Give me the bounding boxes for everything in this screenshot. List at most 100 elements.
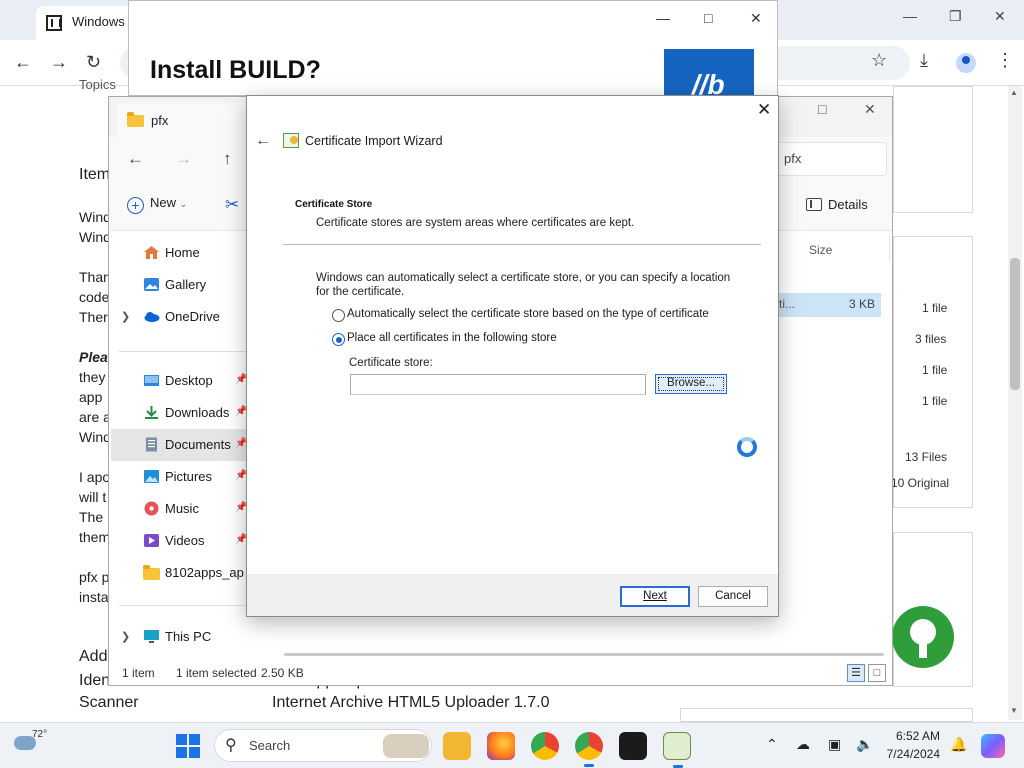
sidebar-item-desktop[interactable]: Desktop 📌 — [111, 365, 249, 397]
install-maximize-icon[interactable]: □ — [704, 10, 712, 26]
volume-icon[interactable]: 🔈 — [856, 736, 873, 753]
start-button[interactable] — [176, 734, 200, 758]
file-original[interactable]: 10 Original — [891, 476, 949, 490]
clock-date[interactable]: 7/24/2024 — [882, 747, 940, 761]
chevron-down-icon: ⌄ — [179, 199, 188, 209]
new-button-label: New — [150, 195, 177, 210]
network-icon[interactable]: ☁ — [796, 736, 810, 753]
file-total[interactable]: 13 Files — [905, 450, 947, 464]
explorer-horizontal-scrollbar[interactable] — [284, 653, 884, 656]
onedrive-icon — [144, 312, 160, 322]
file-count[interactable]: 1 file — [922, 394, 947, 408]
radio-unchecked-icon[interactable] — [332, 309, 345, 322]
chrome-beta-taskbar-icon[interactable] — [575, 732, 603, 767]
copilot-icon[interactable] — [981, 734, 1005, 758]
sidebar-item-music[interactable]: Music 📌 — [111, 493, 249, 525]
back-arrow-icon[interactable]: ← — [255, 132, 271, 150]
file-row-selected[interactable]: ti... 3 KB — [769, 293, 881, 317]
close-icon[interactable]: ✕ — [757, 100, 771, 120]
sidebar-divider — [119, 605, 247, 606]
clock-time[interactable]: 6:52 AM — [884, 729, 940, 743]
browser-tab[interactable]: Windows 8 — [36, 6, 136, 40]
metadata-value[interactable]: Internet Archive HTML5 Uploader 1.7.0 — [272, 694, 549, 712]
explorer-forward-icon[interactable]: → — [175, 149, 192, 169]
sidebar-item-this-pc[interactable]: ❯ This PC — [111, 621, 249, 653]
sidebar-item-gallery[interactable]: Gallery — [111, 269, 249, 301]
install-minimize-icon[interactable]: — — [656, 10, 670, 26]
certificate-store-field[interactable] — [350, 374, 646, 395]
desktop-icon — [144, 375, 159, 386]
install-close-icon[interactable]: ✕ — [750, 10, 762, 27]
sidebar-item-8102apps[interactable]: 8102apps_ap — [111, 557, 249, 589]
explorer-close-icon[interactable]: ✕ — [864, 101, 876, 118]
file-count[interactable]: 1 file — [922, 301, 947, 315]
next-button[interactable]: Next — [620, 586, 690, 607]
page-line: code — [79, 289, 110, 305]
display-icon[interactable]: ▣ — [828, 736, 841, 753]
profile-avatar[interactable] — [956, 53, 976, 73]
explorer-maximize-icon[interactable]: □ — [818, 101, 826, 117]
new-button[interactable]: + New ⌄ — [127, 195, 187, 214]
browser-back-icon[interactable]: ← — [14, 52, 32, 73]
page-line: them — [79, 529, 111, 545]
chevron-right-icon[interactable]: ❯ — [121, 630, 130, 643]
cut-icon[interactable]: ✂ — [225, 195, 239, 215]
large-icons-view-icon[interactable]: □ — [868, 664, 886, 682]
file-explorer-taskbar-icon[interactable] — [443, 732, 471, 760]
scroll-up-arrow-icon[interactable]: ▲ — [1010, 88, 1018, 97]
section-description: Certificate stores are system areas wher… — [316, 217, 635, 229]
cancel-button[interactable]: Cancel — [698, 586, 768, 607]
certificate-wizard-taskbar-icon[interactable] — [663, 732, 691, 768]
column-separator[interactable] — [889, 235, 890, 261]
taskbar-search-placeholder: Search — [249, 738, 291, 753]
package-taskbar-icon[interactable] — [619, 732, 647, 760]
pictures-icon — [144, 470, 159, 483]
sidebar-item-pictures[interactable]: Pictures 📌 — [111, 461, 249, 493]
radio-label[interactable]: Place all certificates in the following … — [347, 332, 557, 344]
bookmark-star-icon[interactable]: ☆ — [871, 50, 887, 71]
section-heading: Certificate Store — [295, 199, 373, 210]
weather-temperature[interactable]: 72° — [32, 729, 47, 740]
firefox-taskbar-icon[interactable] — [487, 732, 515, 760]
page-scrollbar[interactable] — [1008, 86, 1022, 720]
notification-bell-icon[interactable]: 🔔 — [950, 736, 967, 753]
explorer-tab[interactable]: pfx — [117, 103, 247, 137]
sidebar-item-home[interactable]: Home — [111, 237, 249, 269]
show-hidden-icons-chevron-icon[interactable]: ⌃ — [766, 736, 778, 753]
install-title: Install BUILD? — [150, 56, 321, 84]
download-icon[interactable]: ⤓ — [920, 50, 928, 71]
sidebar-item-videos[interactable]: Videos 📌 — [111, 525, 249, 557]
browser-restore-icon[interactable]: ❐ — [949, 8, 962, 25]
file-count[interactable]: 1 file — [922, 363, 947, 377]
details-button-label: Details — [828, 197, 868, 212]
browser-close-icon[interactable]: ✕ — [994, 8, 1006, 25]
archive-favicon-icon — [46, 15, 62, 31]
sidebar-item-downloads[interactable]: Downloads 📌 — [111, 397, 249, 429]
explorer-address-bar[interactable]: pfx — [769, 142, 887, 176]
explorer-back-icon[interactable]: ← — [127, 149, 144, 169]
browser-forward-icon[interactable]: → — [50, 52, 68, 73]
radio-label[interactable]: Automatically select the certificate sto… — [347, 308, 709, 320]
browser-minimize-icon[interactable]: — — [903, 8, 917, 24]
browser-menu-icon[interactable]: ⋮ — [996, 50, 1014, 71]
file-count[interactable]: 3 files — [915, 332, 946, 346]
details-button[interactable]: Details — [806, 197, 868, 212]
auto-select-store-radio[interactable]: Automatically select the certificate sto… — [332, 308, 732, 324]
explorer-up-icon[interactable]: ↑ — [223, 149, 232, 169]
chevron-right-icon[interactable]: ❯ — [121, 310, 130, 323]
sidebar-item-onedrive[interactable]: ❯ OneDrive — [111, 301, 249, 333]
details-view-icon[interactable]: ☰ — [847, 664, 865, 682]
chrome-taskbar-icon[interactable] — [531, 732, 559, 760]
taskbar-search-box[interactable]: ⚲ Search — [214, 729, 432, 762]
page-scrollbar-thumb[interactable] — [1010, 258, 1020, 390]
place-in-store-radio[interactable]: Place all certificates in the following … — [332, 332, 732, 348]
scroll-down-arrow-icon[interactable]: ▼ — [1010, 706, 1018, 715]
sidebar-item-label: Home — [165, 245, 200, 260]
radio-checked-icon[interactable] — [332, 333, 345, 346]
search-highlight-image — [383, 734, 429, 758]
column-header-size[interactable]: Size — [809, 243, 832, 257]
browser-reload-icon[interactable]: ↻ — [86, 52, 101, 73]
sidebar-item-label: This PC — [165, 629, 212, 644]
browse-button[interactable]: Browse... — [655, 374, 727, 394]
sidebar-item-documents[interactable]: Documents 📌 — [111, 429, 249, 461]
